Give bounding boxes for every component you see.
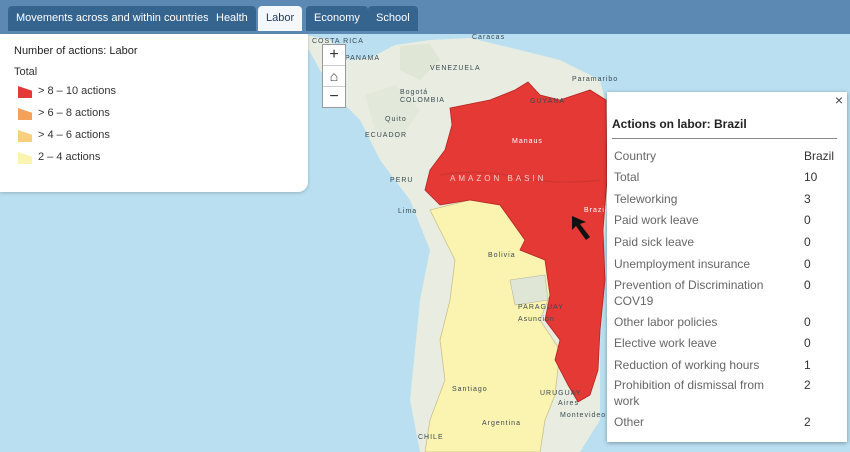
region-paraguay[interactable] bbox=[509, 274, 549, 306]
popup-row-value: 1 bbox=[804, 358, 811, 372]
popup-row-value: 0 bbox=[804, 235, 811, 249]
legend-subtitle: Total bbox=[14, 66, 38, 78]
popup-row-key: Total bbox=[614, 170, 640, 184]
tab-economy[interactable]: Economy bbox=[306, 6, 368, 31]
zoom-out-button[interactable]: − bbox=[323, 87, 345, 107]
popup-row-key: Unemployment insurance bbox=[614, 257, 751, 271]
popup-row-value: Brazil bbox=[804, 149, 835, 163]
popup-row-value: 0 bbox=[804, 213, 811, 227]
label-bolivia: Bolivia bbox=[488, 252, 516, 259]
tab-labor[interactable]: Labor bbox=[258, 6, 303, 31]
popup-row-key: Prohibition of dismissal from work bbox=[614, 378, 765, 408]
label-bogota: Bogotá bbox=[400, 89, 429, 96]
legend-swatch bbox=[18, 130, 32, 142]
label-uruguay: URUGUAY bbox=[540, 390, 582, 397]
tab-health[interactable]: Health bbox=[208, 6, 256, 31]
legend-label: 2 – 4 actions bbox=[38, 151, 101, 163]
popup-row-key: Elective work leave bbox=[614, 336, 717, 350]
popup-row-key: Other bbox=[614, 415, 645, 429]
label-paraguay: PARAGUAY bbox=[518, 304, 564, 311]
popup-row-key: Teleworking bbox=[614, 192, 678, 206]
label-aires: Aires bbox=[558, 400, 579, 407]
label-santiago: Santiago bbox=[452, 386, 488, 393]
popup-row-key: Reduction of working hours bbox=[614, 358, 760, 372]
popup-divider bbox=[612, 138, 837, 139]
tab-school[interactable]: School bbox=[368, 6, 418, 31]
legend-swatch bbox=[18, 152, 32, 164]
label-ecuador: ECUADOR bbox=[365, 132, 408, 139]
home-button[interactable]: ⌂ bbox=[323, 66, 345, 87]
label-caracas: Caracas bbox=[472, 34, 506, 41]
popup-row-key: Paid work leave bbox=[614, 213, 699, 227]
tab-bar: Movements across and within countries He… bbox=[0, 0, 850, 34]
legend-label: > 8 – 10 actions bbox=[38, 85, 116, 97]
popup-row-value: 10 bbox=[804, 170, 818, 184]
popup-row-value: 3 bbox=[804, 192, 811, 206]
label-guyana: GUYANA bbox=[530, 98, 566, 105]
label-argentina: Argentina bbox=[482, 420, 521, 427]
legend-label: > 6 – 8 actions bbox=[38, 107, 110, 119]
popup-row-key: Prevention of Discrimination COV19 bbox=[614, 278, 764, 308]
popup-row-value: 0 bbox=[804, 257, 811, 271]
legend-panel: Number of actions: Labor Total > 8 – 10 … bbox=[0, 34, 308, 192]
popup-title: Actions on labor: Brazil bbox=[612, 117, 747, 131]
label-paramaribo: Paramaribo bbox=[572, 76, 619, 83]
label-venezuela: VENEZUELA bbox=[430, 65, 481, 72]
label-manaus: Manaus bbox=[512, 138, 543, 145]
label-quito: Quito bbox=[385, 116, 407, 123]
popup-row-value: 0 bbox=[804, 336, 811, 350]
tab-movements[interactable]: Movements across and within countries bbox=[8, 6, 217, 31]
popup-row-value: 2 bbox=[804, 415, 811, 429]
popup-row-key: Country bbox=[614, 149, 657, 163]
zoom-controls: + ⌂ − bbox=[322, 44, 346, 108]
label-brazil: Brazil bbox=[584, 207, 608, 214]
label-amazon: AMAZON BASIN bbox=[450, 174, 547, 183]
legend-label: > 4 – 6 actions bbox=[38, 129, 110, 141]
zoom-in-button[interactable]: + bbox=[323, 45, 345, 66]
popup-row-key: Paid sick leave bbox=[614, 235, 695, 249]
label-colombia: COLOMBIA bbox=[400, 97, 445, 104]
label-lima: Lima bbox=[398, 208, 418, 215]
label-asuncion: Asunción bbox=[518, 316, 555, 323]
legend-swatch bbox=[18, 108, 32, 120]
popup-row-value: 0 bbox=[804, 315, 811, 329]
popup-row-value: 2 bbox=[804, 378, 811, 392]
label-panama: PANAMA bbox=[345, 55, 381, 62]
legend-swatch bbox=[18, 86, 32, 98]
legend-title: Number of actions: Labor bbox=[14, 45, 138, 57]
label-chile: CHILE bbox=[418, 434, 444, 441]
label-peru: PERU bbox=[390, 177, 414, 184]
popup-row-key: Other labor policies bbox=[614, 315, 718, 329]
popup-row-value: 0 bbox=[804, 278, 811, 292]
label-montevideo: Montevideo bbox=[560, 412, 607, 419]
info-popup: × Actions on labor: Brazil Country Brazi… bbox=[607, 92, 847, 442]
cursor-arrow-icon bbox=[572, 216, 590, 240]
close-icon[interactable]: × bbox=[835, 92, 843, 108]
